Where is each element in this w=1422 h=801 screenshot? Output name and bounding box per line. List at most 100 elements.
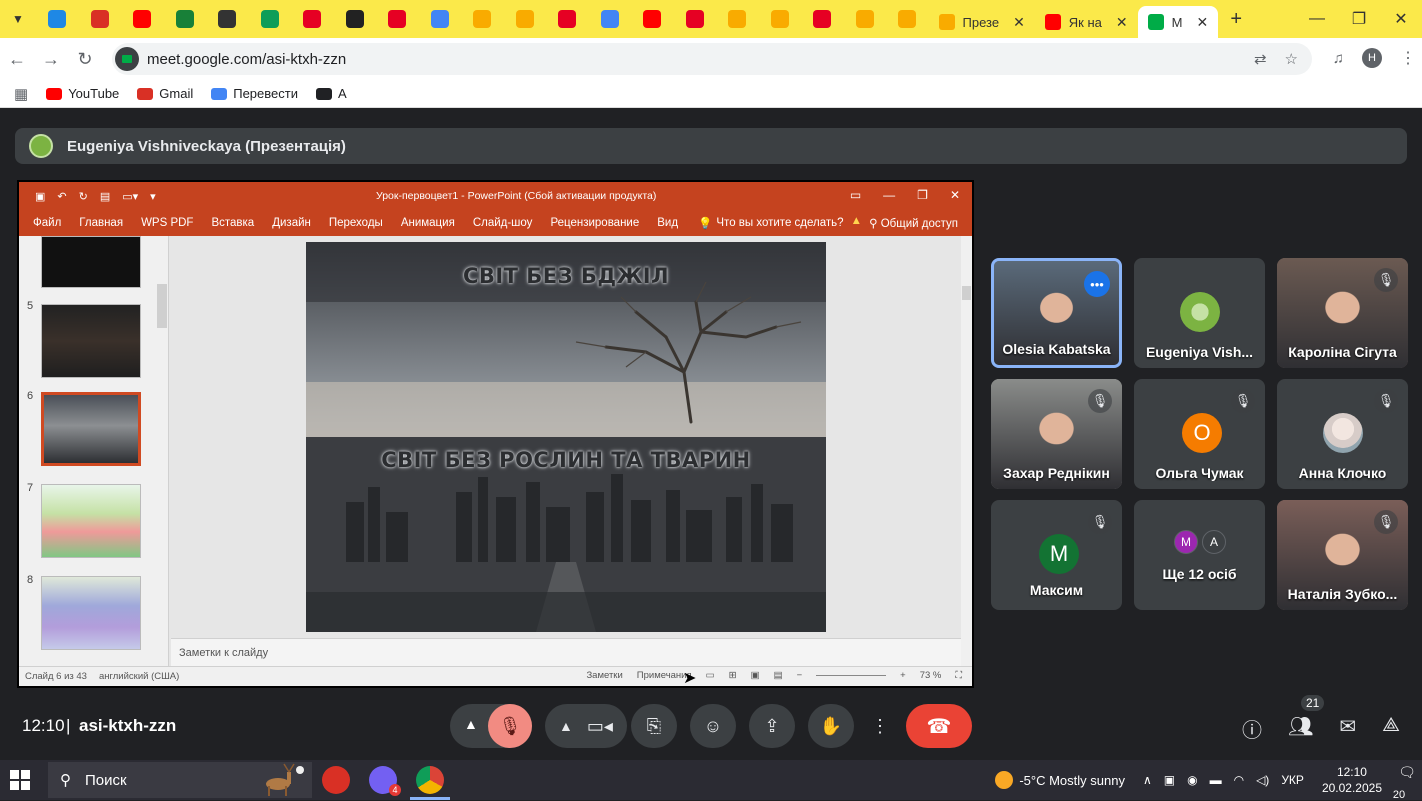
participant-tile[interactable]: Кароліна Сігута 🎙︎ (1277, 258, 1408, 368)
leave-call-button[interactable]: ☎ (906, 704, 972, 748)
browser-menu-icon[interactable]: ⋮ (1400, 48, 1416, 68)
meeting-info-icon[interactable]: ⓘ (1242, 714, 1262, 743)
slide-heading-1: СВІТ БЕЗ БДЖІЛ (462, 264, 670, 288)
weather-widget[interactable]: -5°C Mostly sunny (995, 771, 1125, 789)
url-text[interactable]: meet.google.com/asi-ktxh-zzn (147, 51, 346, 68)
tab-search-chevron-icon[interactable]: ▼ (0, 0, 36, 38)
translate-icon[interactable]: ⇄ (1254, 50, 1267, 68)
captions-button[interactable]: ⎘ (631, 704, 677, 748)
windows-start-button[interactable] (10, 770, 30, 790)
raise-hand-button[interactable]: ✋ (808, 704, 854, 748)
participant-tile[interactable]: Olesia Kabatska ••• (991, 258, 1122, 368)
time-separator: | (66, 716, 71, 735)
battery-icon[interactable]: ▬ (1210, 773, 1222, 787)
slide-thumbnail-7 (41, 484, 141, 558)
meet-stage: Eugeniya Vishniveckaya (Презентація) ▣ ↶… (0, 108, 1422, 760)
address-bar[interactable]: meet.google.com/asi-ktxh-zzn ⇄ ☆ (112, 43, 1312, 75)
site-info-icon[interactable] (115, 47, 139, 71)
audio-settings-chevron-icon[interactable]: ▲ (464, 716, 478, 732)
new-tab-button[interactable]: + (1218, 8, 1254, 31)
pinned-tab[interactable] (759, 0, 802, 38)
participant-tile[interactable]: О Ольга Чумак 🎙︎ (1134, 379, 1265, 489)
pinned-tab[interactable] (716, 0, 759, 38)
close-window-button[interactable]: ✕ (1380, 0, 1422, 38)
pinned-tab[interactable] (589, 0, 632, 38)
pinned-tab[interactable] (674, 0, 717, 38)
pinned-tab[interactable] (461, 0, 504, 38)
tray-camera-icon[interactable]: ◉ (1187, 773, 1197, 787)
taskbar-wps-icon[interactable] (322, 766, 350, 794)
bookmark-item[interactable]: Перевести (211, 86, 298, 101)
more-options-button[interactable]: ⋮ (858, 704, 902, 748)
mic-off-button[interactable]: 🎙︎ (488, 704, 532, 748)
pinned-tab[interactable] (504, 0, 547, 38)
pinned-tab[interactable] (886, 0, 929, 38)
reactions-button[interactable]: ☺ (690, 704, 736, 748)
apps-grid-icon[interactable]: ▦ (14, 85, 28, 103)
bookmark-star-icon[interactable]: ☆ (1285, 50, 1298, 68)
notification-center-button[interactable]: 🗨︎ 20 (1392, 764, 1422, 801)
participant-tile[interactable]: Наталія Зубко... 🎙︎ (1277, 500, 1408, 610)
pinned-tab[interactable] (334, 0, 377, 38)
pinned-tab[interactable] (631, 0, 674, 38)
browser-tab[interactable]: Презе ✕ (929, 6, 1035, 38)
pinned-tab[interactable] (844, 0, 887, 38)
close-tab-icon[interactable]: ✕ (1013, 14, 1025, 31)
pinned-tab[interactable] (79, 0, 122, 38)
pinned-tab[interactable] (164, 0, 207, 38)
taskbar-clock[interactable]: 12:10 20.02.2025 (1322, 764, 1382, 796)
wifi-icon[interactable]: ◠ (1234, 773, 1244, 787)
participant-tile[interactable]: M Максим 🎙︎ (991, 500, 1122, 610)
close-tab-icon[interactable]: ✕ (1196, 14, 1208, 31)
back-button[interactable]: ← (0, 49, 34, 70)
present-icon: ▤ (99, 190, 111, 203)
chat-icon[interactable]: ✉ (1339, 714, 1356, 743)
media-controls-icon[interactable]: ♫ (1333, 50, 1344, 67)
pinned-tab[interactable] (36, 0, 79, 38)
pinned-tab[interactable] (546, 0, 589, 38)
taskbar-viber-icon[interactable]: 4 (369, 766, 401, 796)
people-icon[interactable]: 👥︎ (1288, 714, 1313, 743)
tray-overflow-icon[interactable]: ∧ (1143, 773, 1152, 787)
pinned-tab[interactable] (121, 0, 164, 38)
reload-button[interactable]: ↻ (68, 49, 102, 70)
participant-tile[interactable]: M A Ще 12 осіб (1134, 500, 1265, 610)
pinned-tab[interactable] (376, 0, 419, 38)
taskbar-chrome-icon[interactable] (416, 766, 444, 794)
mic-muted-icon: 🎙︎ (1374, 268, 1398, 292)
browser-tab[interactable]: М ✕ (1137, 6, 1219, 38)
participant-options-icon[interactable]: ••• (1084, 271, 1110, 297)
participant-tile[interactable]: Анна Клочко 🎙︎ (1277, 379, 1408, 489)
participant-name: Кароліна Сігута (1288, 344, 1397, 360)
participant-tile[interactable]: Eugeniya Vish... (1134, 258, 1265, 368)
participant-tile[interactable]: Захар Реднікин 🎙︎ (991, 379, 1122, 489)
present-screen-button[interactable]: ⇪ (749, 704, 795, 748)
taskbar-search-box[interactable]: ⚲ Поиск (48, 762, 312, 798)
activities-icon[interactable]: ⟁ (1382, 714, 1400, 743)
meeting-code: asi-ktxh-zzn (79, 716, 177, 735)
volume-icon[interactable]: ◁) (1256, 773, 1269, 787)
forward-button[interactable]: → (34, 49, 68, 70)
profile-avatar[interactable]: H (1362, 48, 1382, 68)
customize-icon: ▾ (150, 190, 156, 203)
bookmark-item[interactable]: Gmail (137, 86, 193, 101)
pinned-tab[interactable] (249, 0, 292, 38)
tray-app-icon[interactable]: ▣ (1164, 773, 1175, 787)
maximize-button[interactable]: ❐ (1338, 0, 1380, 38)
language-indicator[interactable]: УКР (1281, 773, 1304, 787)
toolbar-right: ♫ H ⋮ (1333, 48, 1416, 68)
pinned-tab[interactable] (206, 0, 249, 38)
camera-button[interactable]: ▭◂ (587, 716, 613, 737)
close-tab-icon[interactable]: ✕ (1116, 14, 1128, 31)
ribbon-tab: Главная (79, 217, 124, 229)
video-settings-chevron-icon[interactable]: ▲ (559, 718, 573, 734)
pinned-tab[interactable] (419, 0, 462, 38)
bookmark-item[interactable]: A (315, 86, 347, 101)
pinned-tab[interactable] (801, 0, 844, 38)
ppt-workspace: 5 6 7 8 СВІТ БЕЗ БДЖІЛ СВІТ БЕЗ РОСЛИН Т… (19, 236, 972, 666)
minimize-button[interactable]: — (1296, 0, 1338, 38)
pinned-tab[interactable] (291, 0, 334, 38)
browser-tab[interactable]: Як на ✕ (1035, 6, 1138, 38)
bookmark-item[interactable]: YouTube (46, 86, 119, 101)
deer-illustration-icon (248, 762, 308, 798)
